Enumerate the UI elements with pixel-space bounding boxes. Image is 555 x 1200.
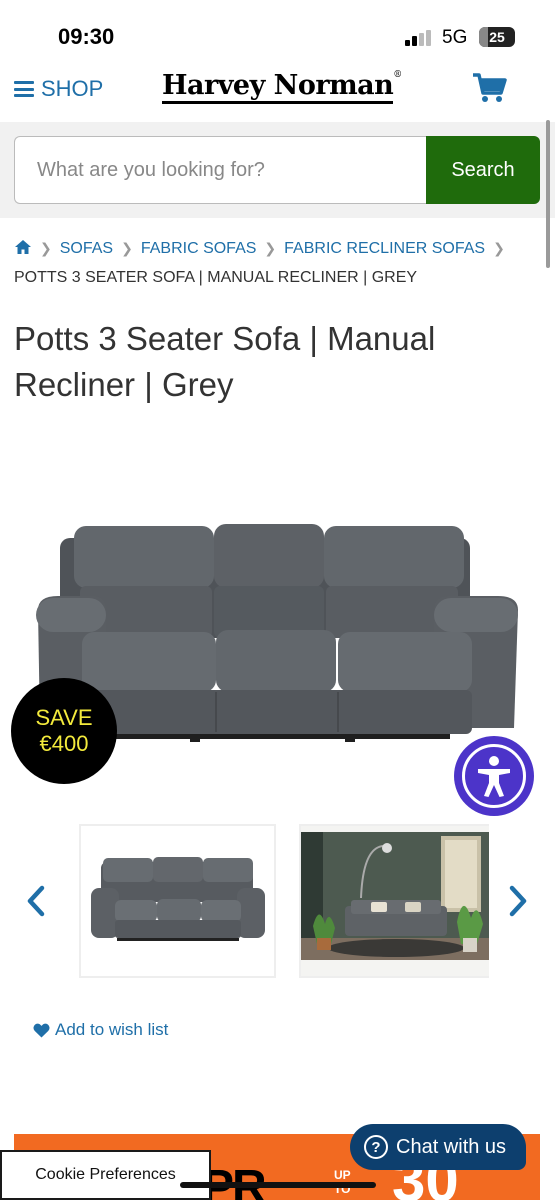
- save-badge-amount: €400: [39, 731, 89, 756]
- cookie-preferences-button[interactable]: Cookie Preferences: [0, 1150, 211, 1200]
- network-label: 5G: [442, 27, 468, 48]
- chevron-right-icon: ❯: [121, 240, 133, 256]
- chevron-right-icon: ❯: [40, 240, 52, 256]
- promo-text: PR: [202, 1161, 267, 1200]
- search-input[interactable]: [14, 136, 428, 204]
- chat-with-us-button[interactable]: ? Chat with us: [350, 1124, 526, 1170]
- chevron-right-icon: ❯: [493, 240, 505, 256]
- signal-icon: [405, 30, 433, 46]
- battery-level: 25: [489, 29, 505, 45]
- battery-icon: 25: [479, 27, 515, 47]
- breadcrumb-home[interactable]: [14, 240, 32, 257]
- logo-text: Harvey Norman: [162, 71, 394, 104]
- accessibility-button[interactable]: [454, 736, 534, 816]
- promo-up: UP: [334, 1168, 351, 1182]
- save-badge-line1: SAVE: [35, 705, 93, 730]
- shop-menu-button[interactable]: SHOP: [14, 74, 103, 104]
- breadcrumb-link-sofas[interactable]: SOFAS: [60, 240, 113, 257]
- home-indicator[interactable]: [180, 1182, 376, 1188]
- breadcrumb: ❯ SOFAS ❯ FABRIC SOFAS ❯ FABRIC RECLINER SOFA…: [14, 232, 534, 289]
- site-header: SHOP Harvey Norman®: [0, 62, 555, 120]
- help-icon: ?: [364, 1135, 388, 1159]
- search-button[interactable]: Search: [426, 136, 540, 204]
- breadcrumb-link-fabric-sofas[interactable]: FABRIC SOFAS: [141, 240, 257, 257]
- wishlist-label: Add to wish list: [55, 1020, 169, 1039]
- breadcrumb-link-fabric-recliner-sofas[interactable]: FABRIC RECLINER SOFAS: [284, 240, 485, 257]
- chevron-right-icon: ❯: [264, 240, 277, 256]
- product-thumbnail-1[interactable]: [79, 824, 276, 978]
- status-bar: 09:30 5G 25: [0, 0, 555, 62]
- search-bar: Search: [0, 122, 555, 218]
- status-time: 09:30: [58, 24, 115, 49]
- home-icon: [15, 240, 31, 254]
- save-badge: SAVE €400: [11, 678, 117, 784]
- product-title: Potts 3 Seater Sofa | Manual Recliner | …: [14, 320, 436, 403]
- breadcrumb-current: POTTS 3 SEATER SOFA | MANUAL RECLINER | …: [14, 269, 418, 286]
- accessibility-icon: [462, 744, 526, 808]
- chevron-left-icon[interactable]: [24, 884, 48, 918]
- harvey-norman-logo[interactable]: Harvey Norman®: [162, 70, 402, 110]
- hamburger-icon: [14, 81, 34, 97]
- chevron-right-icon[interactable]: [506, 884, 530, 918]
- cart-icon[interactable]: [472, 72, 508, 104]
- shop-menu-label: SHOP: [41, 76, 104, 101]
- heart-icon: [33, 1023, 50, 1037]
- add-to-wishlist-link[interactable]: Add to wish list: [33, 1020, 168, 1040]
- registered-mark: ®: [393, 70, 402, 80]
- page-scrollbar[interactable]: [546, 120, 550, 268]
- chat-label: Chat with us: [396, 1135, 507, 1158]
- product-thumbnail-2[interactable]: [299, 824, 489, 978]
